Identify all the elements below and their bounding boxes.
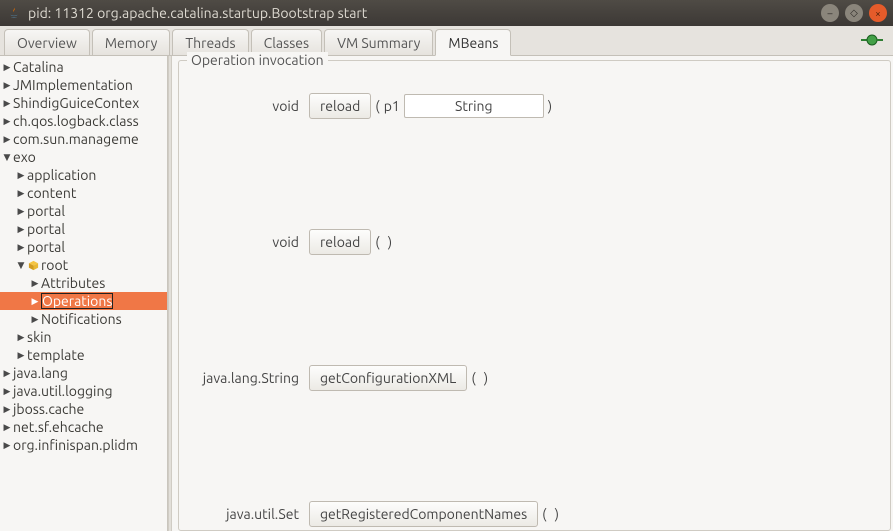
tree-node-logback[interactable]: ▶ch.qos.logback.class <box>0 112 167 130</box>
tree-node-exo-portal-3[interactable]: ▶portal <box>0 238 167 256</box>
expand-icon: ▶ <box>16 332 26 343</box>
tree-node-catalina[interactable]: ▶Catalina <box>0 58 167 76</box>
expand-icon: ▶ <box>16 242 26 253</box>
expand-icon: ▶ <box>2 386 12 397</box>
tab-vm-summary[interactable]: VM Summary <box>324 29 433 55</box>
expand-icon: ▶ <box>2 422 12 433</box>
tree-node-exo-template[interactable]: ▶template <box>0 346 167 364</box>
tree-node-exo-skin[interactable]: ▶skin <box>0 328 167 346</box>
java-app-icon <box>6 5 22 21</box>
group-title: Operation invocation <box>187 52 328 68</box>
tree-node-root-notifications[interactable]: ▶Notifications <box>0 310 167 328</box>
tree-node-java-util-logging[interactable]: ▶java.util.logging <box>0 382 167 400</box>
operation-row-getregisteredcomponentnames: java.util.Set getRegisteredComponentName… <box>179 501 878 527</box>
expand-icon: ▶ <box>16 188 26 199</box>
expand-icon: ▶ <box>16 206 26 217</box>
invoke-reload-string-button[interactable]: reload <box>309 93 371 119</box>
tree-node-exo-application[interactable]: ▶application <box>0 166 167 184</box>
expand-icon: ▶ <box>2 62 12 73</box>
close-paren: ) <box>548 98 552 114</box>
expand-icon: ▶ <box>30 314 40 325</box>
expand-icon: ▶ <box>2 98 12 109</box>
expand-icon: ▶ <box>2 404 12 415</box>
collapse-icon: ▼ <box>16 260 26 271</box>
invoke-getregisteredcomponentnames-button[interactable]: getRegisteredComponentNames <box>309 501 538 527</box>
param-name-p1: p1 <box>384 98 400 114</box>
open-paren: ( <box>375 98 379 114</box>
open-paren: ( <box>375 234 379 250</box>
tree-node-jboss-cache[interactable]: ▶jboss.cache <box>0 400 167 418</box>
expand-icon: ▶ <box>16 170 26 181</box>
operation-row-reload-void: void reload ( ) <box>179 229 878 255</box>
tree-node-exo-content[interactable]: ▶content <box>0 184 167 202</box>
window-close-button[interactable]: × <box>869 4 887 22</box>
operation-row-reload-string: void reload ( p1 ) <box>179 93 878 119</box>
open-paren: ( <box>471 370 475 386</box>
tree-node-java-lang[interactable]: ▶java.lang <box>0 364 167 382</box>
tree-node-infinispan[interactable]: ▶org.infinispan.plidm <box>0 436 167 454</box>
expand-icon: ▶ <box>16 224 26 235</box>
close-paren: ) <box>484 370 488 386</box>
tab-mbeans[interactable]: MBeans <box>435 29 511 56</box>
tree-node-sun-management[interactable]: ▶com.sun.manageme <box>0 130 167 148</box>
tree-node-root-operations[interactable]: ▶Operations <box>0 292 167 310</box>
tree-node-root-attributes[interactable]: ▶Attributes <box>0 274 167 292</box>
operation-row-getconfigurationxml: java.lang.String getConfigurationXML ( ) <box>179 365 878 391</box>
tab-overview[interactable]: Overview <box>4 29 90 55</box>
return-type: java.util.Set <box>179 506 299 522</box>
expand-icon: ▶ <box>30 296 40 307</box>
tree-node-ehcache[interactable]: ▶net.sf.ehcache <box>0 418 167 436</box>
tab-strip: Overview Memory Threads Classes VM Summa… <box>0 26 893 56</box>
window-title: pid: 11312 org.apache.catalina.startup.B… <box>28 5 821 21</box>
open-paren: ( <box>542 506 546 522</box>
tree-node-exo-portal-1[interactable]: ▶portal <box>0 202 167 220</box>
window-minimize-button[interactable]: – <box>821 4 839 22</box>
param-input-p1[interactable] <box>404 94 544 118</box>
tree-node-exo-root[interactable]: ▼ root <box>0 256 167 274</box>
mbean-icon <box>27 259 39 271</box>
close-paren: ) <box>388 234 392 250</box>
return-type: void <box>179 234 299 250</box>
window-titlebar: pid: 11312 org.apache.catalina.startup.B… <box>0 0 893 26</box>
window-maximize-button[interactable]: ◇ <box>845 4 863 22</box>
operations-panel: Operation invocation void reload ( p1 ) … <box>172 56 893 531</box>
close-paren: ) <box>555 506 559 522</box>
invoke-reload-button[interactable]: reload <box>309 229 371 255</box>
expand-icon: ▶ <box>2 116 12 127</box>
return-type: void <box>179 98 299 114</box>
operation-invocation-group: Operation invocation void reload ( p1 ) … <box>178 60 891 531</box>
invoke-getconfigurationxml-button[interactable]: getConfigurationXML <box>309 365 467 391</box>
mbean-tree[interactable]: ▶Catalina ▶JMImplementation ▶ShindigGuic… <box>0 56 168 531</box>
tree-node-exo[interactable]: ▼exo <box>0 148 167 166</box>
tab-memory[interactable]: Memory <box>92 29 171 55</box>
tree-node-exo-portal-2[interactable]: ▶portal <box>0 220 167 238</box>
expand-icon: ▶ <box>2 368 12 379</box>
window-controls: – ◇ × <box>821 4 887 22</box>
expand-icon: ▶ <box>2 80 12 91</box>
collapse-icon: ▼ <box>2 152 12 163</box>
expand-icon: ▶ <box>30 278 40 289</box>
expand-icon: ▶ <box>16 350 26 361</box>
tree-node-shindig[interactable]: ▶ShindigGuiceContex <box>0 94 167 112</box>
return-type: java.lang.String <box>179 370 299 386</box>
connection-status-icon <box>861 33 883 47</box>
main-split: ▶Catalina ▶JMImplementation ▶ShindigGuic… <box>0 56 893 531</box>
tree-node-jmimplementation[interactable]: ▶JMImplementation <box>0 76 167 94</box>
expand-icon: ▶ <box>2 440 12 451</box>
expand-icon: ▶ <box>2 134 12 145</box>
